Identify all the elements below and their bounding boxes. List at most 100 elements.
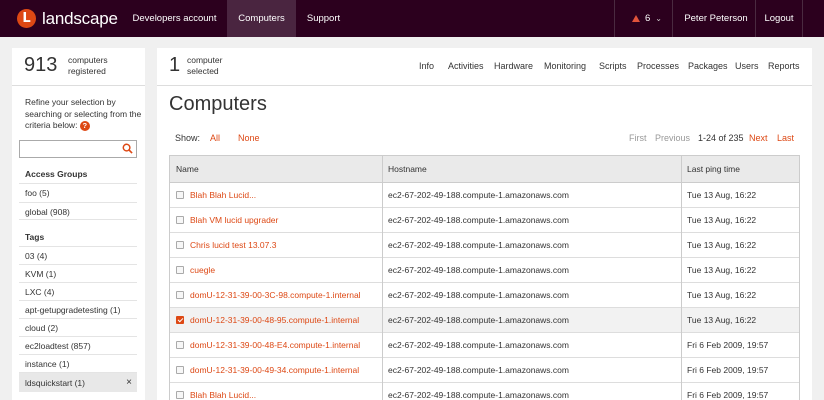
table-row[interactable]: domU-12-31-39-00-49-34.compute-1.interna…: [170, 358, 799, 383]
page-title: Computers: [169, 93, 267, 115]
tab-scripts[interactable]: Scripts: [599, 61, 627, 71]
tag-item[interactable]: cloud (2): [19, 318, 137, 336]
column-header-name[interactable]: Name: [170, 156, 199, 183]
nav-computers[interactable]: Computers: [227, 0, 296, 37]
last-ping-cell: Tue 13 Aug, 16:22: [687, 240, 757, 250]
nav-divider: [672, 0, 673, 37]
logo[interactable]: L landscape: [17, 8, 118, 29]
tab-monitoring[interactable]: Monitoring: [544, 61, 586, 71]
pager-first: First: [629, 133, 647, 143]
computer-name-link[interactable]: domU-12-31-39-00-3C-98.compute-1.interna…: [190, 283, 380, 308]
table-row[interactable]: cuegle ec2-67-202-49-188.compute-1.amazon…: [170, 258, 799, 283]
selected-label-line1: computer: [187, 55, 223, 65]
column-header-last-ping[interactable]: Last ping time: [681, 156, 740, 183]
pager-previous: Previous: [655, 133, 691, 143]
logout-link[interactable]: Logout: [756, 0, 802, 37]
hostname-cell: ec2-67-202-49-188.compute-1.amazonaws.co…: [388, 190, 569, 200]
tab-packages[interactable]: Packages: [688, 61, 728, 71]
computer-name-link[interactable]: Chris lucid test 13.07.3: [190, 233, 380, 258]
tab-activities[interactable]: Activities: [448, 61, 484, 71]
table-header: Name Hostname Last ping time: [170, 156, 799, 183]
help-icon[interactable]: ?: [79, 120, 90, 131]
tab-users[interactable]: Users: [735, 61, 759, 71]
alerts-dropdown[interactable]: 6 ⌄: [632, 0, 662, 37]
search-icon[interactable]: [122, 143, 133, 154]
computer-name-link[interactable]: domU-12-31-39-00-48-95.compute-1.interna…: [190, 308, 380, 333]
row-checkbox[interactable]: [176, 191, 184, 199]
row-checkbox[interactable]: [176, 291, 184, 299]
tag-item[interactable]: KVM (1): [19, 264, 137, 282]
tag-item[interactable]: instance (1): [19, 354, 137, 372]
tag-item-selected[interactable]: ldsquickstart (1) ×: [19, 372, 137, 392]
nav-developers-account[interactable]: Developers account: [122, 0, 227, 37]
tag-item[interactable]: ec2loadtest (857): [19, 336, 137, 354]
hostname-cell: ec2-67-202-49-188.compute-1.amazonaws.co…: [388, 290, 569, 300]
tag-item[interactable]: apt-getupgradetesting (1): [19, 300, 137, 318]
access-group-global[interactable]: global (908): [19, 202, 137, 220]
selected-label-line2: selected: [187, 66, 219, 76]
tab-processes[interactable]: Processes: [637, 61, 679, 71]
computer-name-link[interactable]: Blah Blah Lucid...: [190, 183, 380, 208]
last-ping-cell: Tue 13 Aug, 16:22: [687, 315, 757, 325]
top-navigation-bar: L landscape Developers account Computers…: [0, 0, 824, 37]
column-header-hostname[interactable]: Hostname: [382, 156, 427, 183]
pager-last[interactable]: Last: [777, 133, 794, 143]
computer-name-link[interactable]: cuegle: [190, 258, 380, 283]
table-row[interactable]: Blah Blah Lucid... ec2-67-202-49-188.comp…: [170, 383, 799, 400]
pager-next[interactable]: Next: [749, 133, 768, 143]
row-checkbox[interactable]: [176, 266, 184, 274]
computer-name-link[interactable]: Blah VM lucid upgrader: [190, 208, 380, 233]
hostname-cell: ec2-67-202-49-188.compute-1.amazonaws.co…: [388, 240, 569, 250]
tab-reports[interactable]: Reports: [768, 61, 800, 71]
hostname-cell: ec2-67-202-49-188.compute-1.amazonaws.co…: [388, 340, 569, 350]
tab-hardware[interactable]: Hardware: [494, 61, 533, 71]
selected-count: 1: [169, 54, 181, 76]
table-row[interactable]: Chris lucid test 13.07.3 ec2-67-202-49-18…: [170, 233, 799, 258]
search-input[interactable]: [19, 140, 137, 158]
computer-name-link[interactable]: domU-12-31-39-00-49-34.compute-1.interna…: [190, 358, 380, 383]
tab-info[interactable]: Info: [419, 61, 434, 71]
table-row[interactable]: Blah VM lucid upgrader ec2-67-202-49-188.…: [170, 208, 799, 233]
hostname-cell: ec2-67-202-49-188.compute-1.amazonaws.co…: [388, 390, 569, 400]
row-checkbox[interactable]: [176, 391, 184, 399]
remove-tag-icon[interactable]: ×: [126, 373, 132, 393]
selected-label: computer selected: [187, 55, 222, 77]
table-row[interactable]: domU-12-31-39-00-48-E4.compute-1.interna…: [170, 333, 799, 358]
registered-count: 913: [24, 54, 58, 76]
nav-divider: [802, 0, 803, 37]
computer-name-link[interactable]: Blah Blah Lucid...: [190, 383, 380, 400]
computer-name-link[interactable]: domU-12-31-39-00-48-E4.compute-1.interna…: [190, 333, 380, 358]
row-checkbox[interactable]: [176, 341, 184, 349]
row-checkbox[interactable]: [176, 316, 184, 324]
table-row[interactable]: domU-12-31-39-00-48-95.compute-1.interna…: [170, 308, 799, 333]
nav-support[interactable]: Support: [296, 0, 351, 37]
last-ping-cell: Fri 6 Feb 2009, 19:57: [687, 340, 769, 350]
tag-item[interactable]: LXC (4): [19, 282, 137, 300]
computers-table: Name Hostname Last ping time Blah Blah L…: [169, 155, 800, 400]
table-row[interactable]: domU-12-31-39-00-3C-98.compute-1.interna…: [170, 283, 799, 308]
registered-label: computers registered: [68, 55, 108, 77]
access-group-foo[interactable]: foo (5): [19, 183, 137, 201]
nav-divider: [614, 0, 615, 37]
show-label: Show:: [175, 133, 201, 143]
registered-label-line2: registered: [68, 66, 106, 76]
row-checkbox[interactable]: [176, 366, 184, 374]
last-ping-cell: Tue 13 Aug, 16:22: [687, 265, 757, 275]
last-ping-cell: Tue 13 Aug, 16:22: [687, 190, 757, 200]
alert-count: 6: [645, 13, 651, 24]
tag-item[interactable]: 03 (4): [19, 246, 137, 264]
row-checkbox[interactable]: [176, 216, 184, 224]
select-none-link[interactable]: None: [238, 133, 260, 143]
hostname-cell: ec2-67-202-49-188.compute-1.amazonaws.co…: [388, 365, 569, 375]
table-row[interactable]: Blah Blah Lucid... ec2-67-202-49-188.comp…: [170, 183, 799, 208]
hostname-cell: ec2-67-202-49-188.compute-1.amazonaws.co…: [388, 215, 569, 225]
select-all-link[interactable]: All: [210, 133, 220, 143]
chevron-down-icon: ⌄: [655, 14, 662, 23]
access-groups-heading: Access Groups: [25, 169, 88, 179]
row-checkbox[interactable]: [176, 241, 184, 249]
app-name: landscape: [42, 8, 118, 28]
last-ping-cell: Tue 13 Aug, 16:22: [687, 215, 757, 225]
user-name[interactable]: Peter Peterson: [677, 0, 755, 37]
hostname-cell: ec2-67-202-49-188.compute-1.amazonaws.co…: [388, 265, 569, 275]
landscape-logo-icon: L: [17, 9, 36, 28]
